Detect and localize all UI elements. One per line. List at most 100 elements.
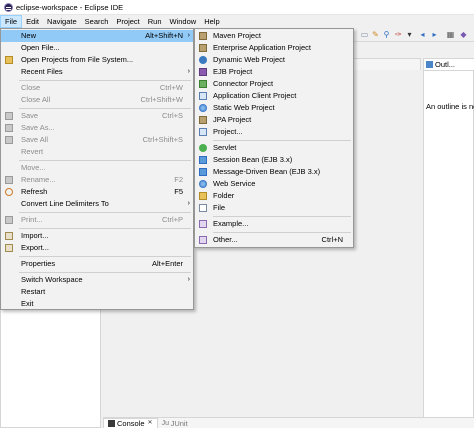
- new-jpa-project[interactable]: JPA Project: [195, 114, 353, 126]
- close-icon[interactable]: ✕: [148, 418, 153, 428]
- bottom-tab-bar: Console ✕ Ju JUnit: [103, 417, 474, 428]
- connector-project-icon: [199, 80, 207, 88]
- file-menu-restart[interactable]: Restart: [1, 286, 193, 298]
- file-menu-switch-workspace[interactable]: Switch Workspace ›: [1, 274, 193, 286]
- jpa-project-icon: [199, 116, 207, 124]
- file-menu-recent-files[interactable]: Recent Files ›: [1, 66, 193, 78]
- file-menu-save: Save Ctrl+S: [1, 110, 193, 122]
- export-icon: [5, 244, 13, 252]
- menu-separator: [213, 140, 351, 141]
- outline-tab[interactable]: Outl...: [424, 59, 474, 71]
- new-submenu: Maven Project Enterprise Application Pro…: [194, 28, 354, 248]
- web-project-icon: [199, 56, 207, 64]
- toolbar-jee-perspective-icon[interactable]: ◆: [459, 30, 468, 39]
- refresh-icon: [5, 188, 13, 196]
- save-as-icon: [5, 124, 13, 132]
- new-ejb-project[interactable]: EJB Project: [195, 66, 353, 78]
- new-other[interactable]: Other... Ctrl+N: [195, 234, 353, 246]
- new-connector-project[interactable]: Connector Project: [195, 78, 353, 90]
- eclipse-logo-icon: [4, 2, 13, 12]
- console-icon: [108, 420, 115, 427]
- session-bean-icon: [199, 156, 207, 164]
- servlet-icon: [199, 144, 207, 152]
- new-project[interactable]: Project...: [195, 126, 353, 138]
- toolbar-perspective-icon[interactable]: ▦: [446, 30, 455, 39]
- new-servlet[interactable]: Servlet: [195, 142, 353, 154]
- new-application-client-project[interactable]: Application Client Project: [195, 90, 353, 102]
- folder-icon: [199, 192, 207, 200]
- maven-project-icon: [199, 32, 207, 40]
- app-client-project-icon: [199, 92, 207, 100]
- toolbar-open-type-icon[interactable]: ✎: [371, 30, 380, 39]
- console-tab[interactable]: Console ✕: [103, 417, 158, 428]
- rename-icon: [5, 176, 13, 184]
- other-icon: [199, 236, 207, 244]
- new-web-service[interactable]: Web Service: [195, 178, 353, 190]
- outline-tab-label: Outl...: [435, 60, 456, 69]
- menu-run[interactable]: Run: [144, 15, 166, 28]
- web-service-icon: [199, 180, 207, 188]
- outline-panel: Outl... An outline is not: [423, 58, 474, 428]
- menu-help[interactable]: Help: [200, 15, 223, 28]
- mdb-icon: [199, 168, 207, 176]
- menu-edit[interactable]: Edit: [22, 15, 43, 28]
- file-menu-close-all: Close All Ctrl+Shift+W: [21, 95, 183, 104]
- new-static-web-project[interactable]: Static Web Project: [195, 102, 353, 114]
- file-menu: New Alt+Shift+N › Open File... Open Proj…: [0, 28, 194, 310]
- file-menu-save-as: Save As...: [1, 122, 193, 134]
- toolbar-back-icon[interactable]: ◂: [418, 30, 427, 39]
- file-menu-exit[interactable]: Exit: [1, 298, 193, 310]
- new-session-bean[interactable]: Session Bean (EJB 3.x): [195, 154, 353, 166]
- file-menu-close: Close Ctrl+W: [21, 83, 183, 92]
- toolbar-search-icon[interactable]: ⚲: [382, 30, 391, 39]
- menu-separator: [19, 228, 191, 229]
- new-maven-project[interactable]: Maven Project: [195, 30, 353, 42]
- submenu-arrow-icon: ›: [187, 32, 190, 39]
- print-icon: [5, 216, 13, 224]
- submenu-arrow-icon: ›: [187, 276, 190, 283]
- file-menu-open-projects[interactable]: Open Projects from File System...: [1, 54, 193, 66]
- file-menu-save-all: Save All Ctrl+Shift+S: [1, 134, 193, 146]
- menu-separator: [19, 212, 191, 213]
- file-menu-import[interactable]: Import...: [1, 230, 193, 242]
- menu-separator: [19, 80, 191, 81]
- file-menu-refresh[interactable]: Refresh F5: [1, 186, 193, 198]
- new-dynamic-web-project[interactable]: Dynamic Web Project: [195, 54, 353, 66]
- new-folder[interactable]: Folder: [195, 190, 353, 202]
- menu-navigate[interactable]: Navigate: [43, 15, 81, 28]
- new-example[interactable]: Example...: [195, 218, 353, 230]
- file-menu-rename: Rename... F2: [1, 174, 193, 186]
- menu-file[interactable]: File: [0, 15, 23, 28]
- save-all-icon: [5, 136, 13, 144]
- toolbar-forward-icon[interactable]: ▸: [430, 30, 439, 39]
- junit-icon: Ju: [161, 419, 169, 427]
- example-icon: [199, 220, 207, 228]
- file-menu-revert: Revert: [21, 147, 44, 156]
- menu-separator: [19, 108, 191, 109]
- file-menu-export[interactable]: Export...: [1, 242, 193, 254]
- file-menu-properties[interactable]: Properties Alt+Enter: [1, 258, 193, 270]
- file-menu-convert-line-delimiters[interactable]: Convert Line Delimiters To ›: [1, 198, 193, 210]
- new-file[interactable]: File: [195, 202, 353, 214]
- file-menu-print: Print... Ctrl+P: [1, 214, 193, 226]
- file-menu-new[interactable]: New Alt+Shift+N ›: [1, 30, 193, 42]
- menu-search[interactable]: Search: [81, 15, 113, 28]
- file-menu-open-file[interactable]: Open File...: [1, 42, 193, 54]
- new-enterprise-application-project[interactable]: Enterprise Application Project: [195, 42, 353, 54]
- outline-message: An outline is not: [426, 102, 474, 111]
- toolbar-annotation-icon[interactable]: ✑: [394, 30, 403, 39]
- console-tab-label: Console: [117, 419, 145, 428]
- toolbar-package-icon[interactable]: ▭: [360, 30, 369, 39]
- menu-project[interactable]: Project: [112, 15, 143, 28]
- import-icon: [5, 232, 13, 240]
- junit-tab[interactable]: Ju JUnit: [158, 418, 192, 428]
- project-icon: [199, 128, 207, 136]
- ejb-project-icon: [199, 68, 207, 76]
- junit-tab-label: JUnit: [170, 418, 188, 428]
- title-bar: eclipse-workspace - Eclipse IDE: [0, 0, 474, 15]
- static-web-project-icon: [199, 104, 207, 112]
- new-message-driven-bean[interactable]: Message-Driven Bean (EJB 3.x): [195, 166, 353, 178]
- menu-window[interactable]: Window: [166, 15, 201, 28]
- menu-separator: [213, 216, 351, 217]
- toolbar-chevron-down-icon[interactable]: ▾: [405, 30, 414, 39]
